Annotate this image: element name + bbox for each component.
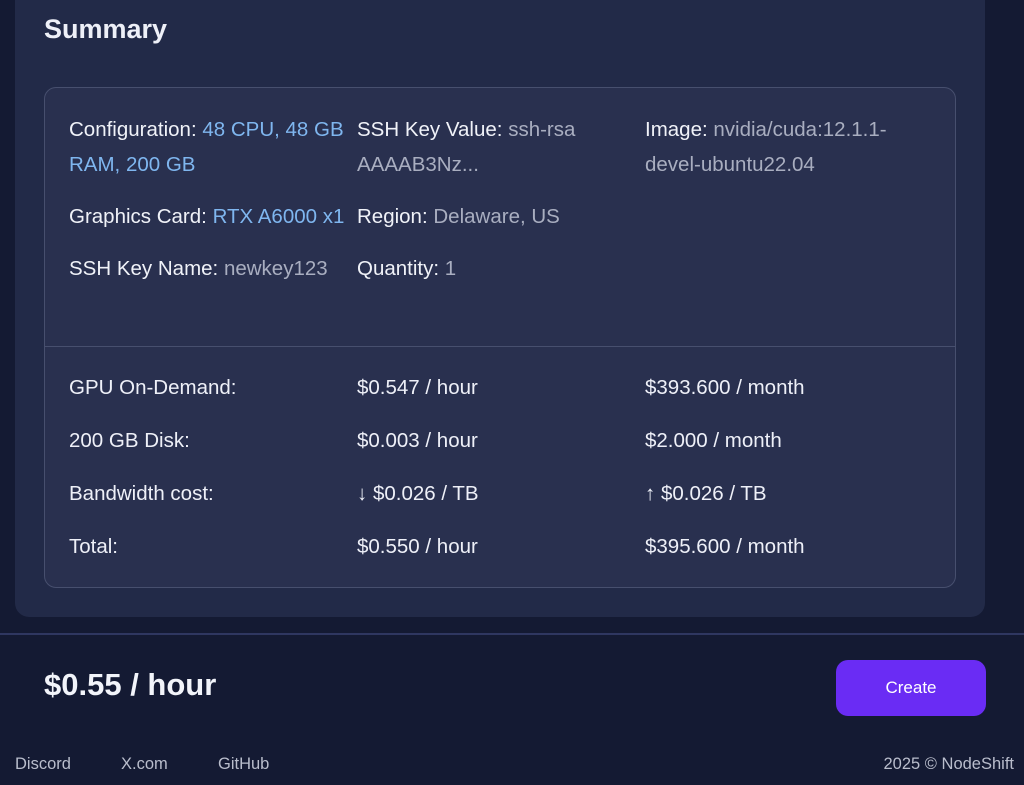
create-button[interactable]: Create [836,660,986,716]
summary-title: Summary [44,14,168,44]
summary-divider [45,346,955,347]
region-label: Region: [357,205,428,228]
footer-link-x[interactable]: X.com [121,755,218,774]
price-total: $0.55 / hour [44,667,217,702]
cost-hourly: $0.003 / hour [357,429,478,452]
config-region: Region: Delaware, US [357,199,645,234]
config-grid: Configuration: 48 CPU, 48 GB RAM, 200 GB… [69,112,933,286]
cost-row: GPU On-Demand: $0.547 / hour $393.600 / … [69,370,933,423]
cost-row: 200 GB Disk: $0.003 / hour $2.000 / mont… [69,423,933,476]
cost-hourly: $0.550 / hour [357,535,478,558]
quantity-label: Quantity: [357,257,440,280]
ssh-key-value-label: SSH Key Value: [357,118,503,141]
cost-monthly: $2.000 / month [645,429,782,452]
config-ssh-key-name: SSH Key Name: newkey123 [69,251,357,286]
footer-link-github[interactable]: GitHub [218,755,269,774]
ssh-key-name-label: SSH Key Name: [69,257,219,280]
footer-links: Discord X.com GitHub [15,755,269,774]
region-value: Delaware, US [433,205,560,228]
image-label: Image: [645,118,708,141]
config-image: Image: nvidia/cuda:12.1.1-devel-ubuntu22… [645,112,933,182]
cost-monthly: $395.600 / month [645,535,805,558]
summary-card: Summary Configuration: 48 CPU, 48 GB RAM… [15,0,985,617]
cost-row: Bandwidth cost: ↓ $0.026 / TB ↑ $0.026 /… [69,476,933,529]
config-empty-cell [645,199,933,234]
ssh-key-name-value: newkey123 [223,257,328,280]
copyright: 2025 © NodeShift [883,755,1015,773]
cost-monthly: $393.600 / month [645,376,805,399]
cost-label: 200 GB Disk: [69,429,190,452]
cost-upload: ↑ $0.026 / TB [645,482,767,505]
configuration-label: Configuration: [69,118,197,141]
cost-label: Total: [69,535,118,558]
page: Summary Configuration: 48 CPU, 48 GB RAM… [0,0,1024,785]
config-configuration: Configuration: 48 CPU, 48 GB RAM, 200 GB [69,112,357,182]
config-quantity: Quantity: 1 [357,251,645,286]
config-graphics-card: Graphics Card: RTX A6000 x1 [69,199,357,234]
cost-label: Bandwidth cost: [69,482,214,505]
bottom-divider [0,633,1024,635]
footer-link-discord[interactable]: Discord [15,755,121,774]
cost-table: GPU On-Demand: $0.547 / hour $393.600 / … [69,370,933,582]
cost-row-total: Total: $0.550 / hour $395.600 / month [69,529,933,582]
graphics-card-label: Graphics Card: [69,205,207,228]
cost-hourly: $0.547 / hour [357,376,478,399]
quantity-value: 1 [444,257,457,280]
summary-box: Configuration: 48 CPU, 48 GB RAM, 200 GB… [44,87,956,588]
config-ssh-key-value: SSH Key Value: ssh-rsa AAAAB3Nz... [357,112,645,182]
graphics-card-value: RTX A6000 x1 [212,205,345,228]
cost-label: GPU On-Demand: [69,376,237,399]
cost-download: ↓ $0.026 / TB [357,482,479,505]
